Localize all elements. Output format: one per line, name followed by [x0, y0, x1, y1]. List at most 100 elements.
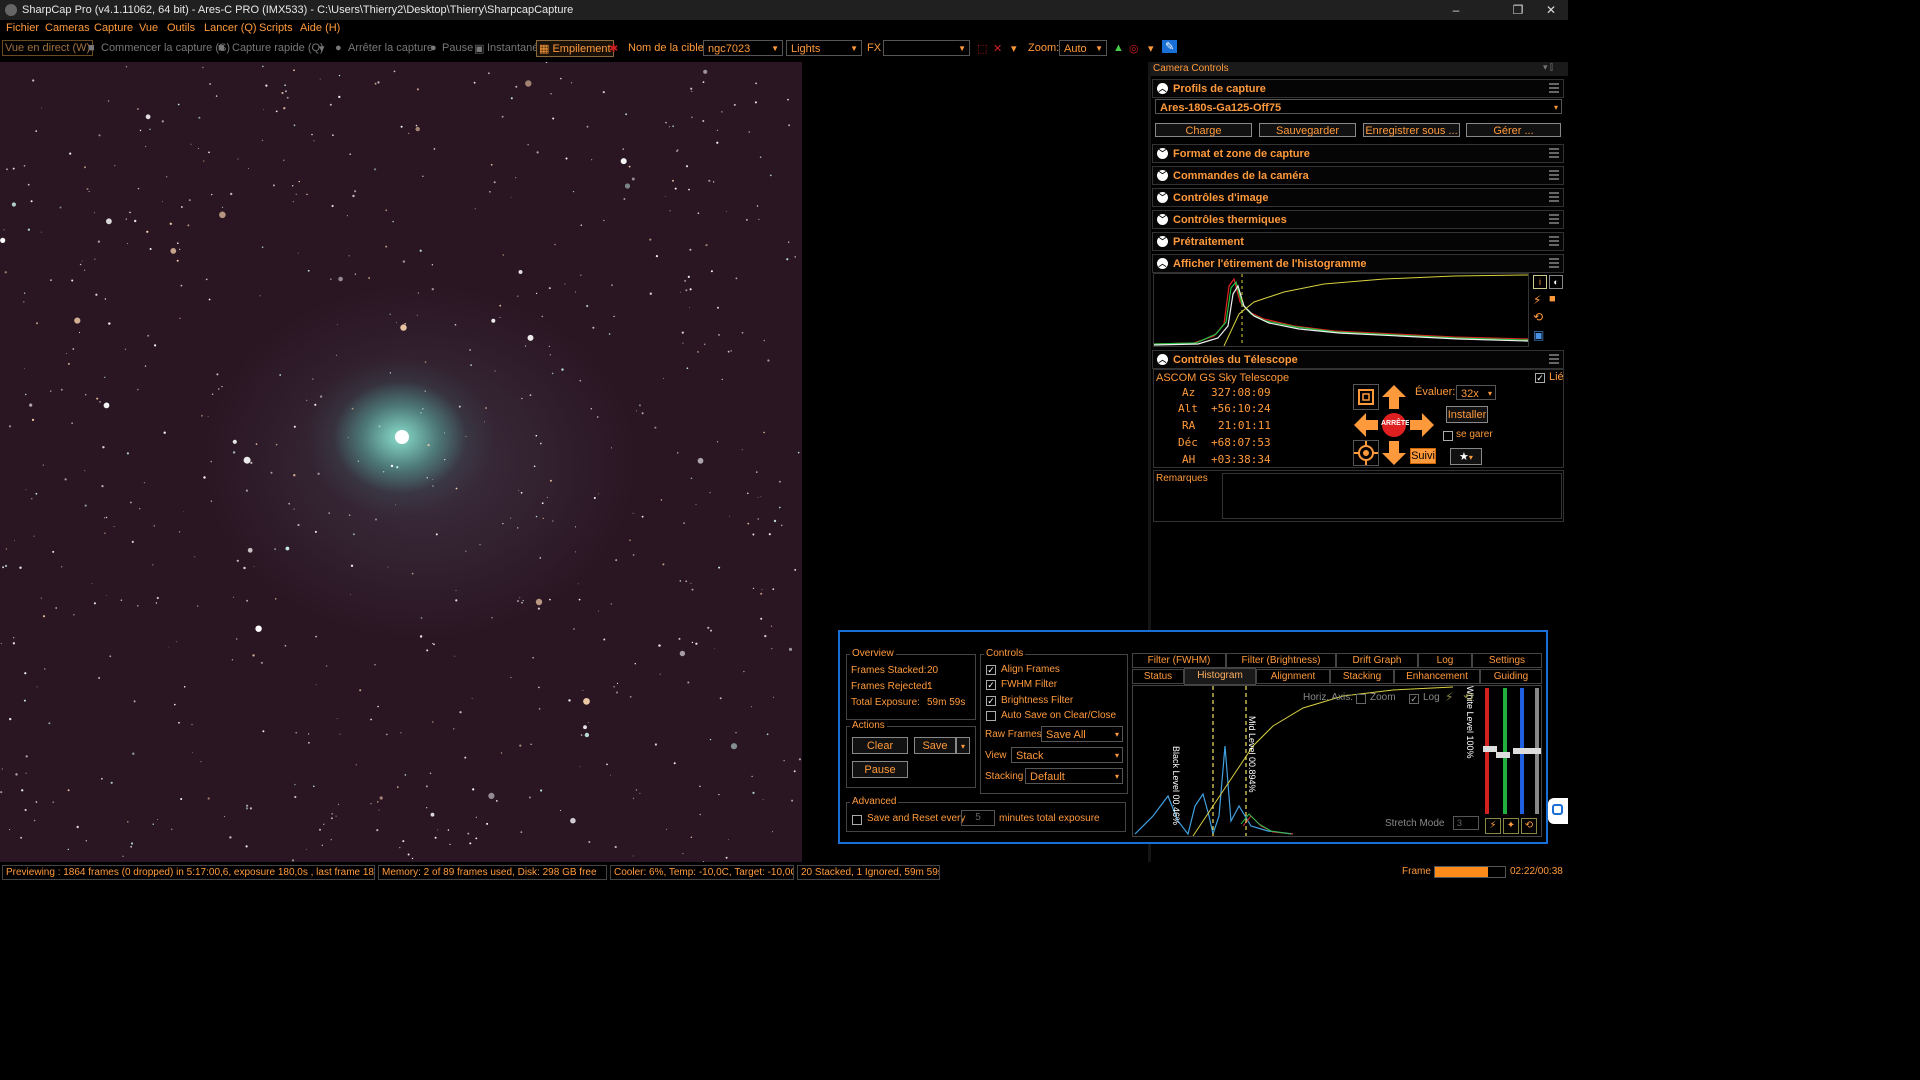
tab-log[interactable]: Log	[1418, 653, 1472, 668]
histogram-stretch-graph[interactable]	[1153, 273, 1529, 347]
camera-preview-image[interactable]	[0, 62, 802, 862]
expand-icon[interactable]: ﹀	[1157, 192, 1168, 203]
chevron-down-icon[interactable]: ▾	[319, 42, 325, 55]
section-profiles[interactable]: ︿ Profils de capture	[1152, 79, 1564, 98]
manage-profile-button[interactable]: Gérer ...	[1466, 123, 1561, 137]
info-icon[interactable]: i	[1533, 275, 1547, 289]
green-channel-slider[interactable]	[1503, 688, 1507, 814]
menu-icon[interactable]	[1549, 83, 1559, 93]
menu-aide[interactable]: Aide (H)	[300, 22, 340, 34]
install-button[interactable]: Installer	[1446, 406, 1488, 423]
panel-pin-icon[interactable]: ▾ ⫿	[1543, 62, 1553, 73]
lightning-icon[interactable]: ⚡	[1533, 293, 1541, 307]
collapse-icon[interactable]: ︿	[1157, 354, 1168, 365]
save-reset-spinner[interactable]: 5	[961, 810, 995, 826]
target-name-combo[interactable]: ngc7023 ▼	[703, 40, 783, 56]
expand-icon[interactable]: ﹀	[1157, 236, 1168, 247]
reset-icon[interactable]: ⟲	[1521, 818, 1537, 834]
contrast-icon[interactable]: ◐	[1549, 275, 1563, 289]
stop-capture-button[interactable]: Arrêter la capture	[348, 42, 433, 54]
clear-button[interactable]: Clear	[852, 737, 908, 754]
pause-button[interactable]: Pause	[852, 761, 908, 778]
auto-save-checkbox[interactable]	[986, 711, 996, 721]
save-icon[interactable]: ▣	[1533, 328, 1544, 342]
favorites-button[interactable]: ★▾	[1450, 448, 1482, 465]
maximize-button[interactable]: ❐	[1502, 0, 1534, 20]
grid-icon[interactable]: ✕	[993, 42, 1002, 55]
section-histogram-stretch[interactable]: ︿ Afficher l'étirement de l'histogramme	[1152, 254, 1564, 273]
slider-handle[interactable]	[1513, 748, 1527, 754]
frame-type-combo[interactable]: Lights ▼	[786, 40, 862, 56]
chevron-down-icon[interactable]: ▾	[1011, 42, 1017, 55]
snapshot-button[interactable]: Instantané	[487, 42, 538, 54]
live-view-button[interactable]: Vue en direct (W)	[2, 40, 94, 56]
tab-filter-fwhm[interactable]: Filter (FWHM)	[1132, 653, 1226, 668]
menu-cameras[interactable]: Cameras	[45, 22, 90, 34]
expand-icon[interactable]: ﹀	[1157, 148, 1168, 159]
focus-icon[interactable]: ◎	[1129, 42, 1139, 55]
fwhm-filter-checkbox[interactable]: ✓	[986, 680, 996, 690]
save-options-button[interactable]: ▾	[956, 737, 970, 754]
save-reset-checkbox[interactable]	[852, 815, 862, 825]
tracking-button[interactable]: Suivi	[1410, 448, 1436, 464]
start-capture-button[interactable]: Commencer la capture (S)	[101, 42, 230, 54]
chevron-down-icon[interactable]: ▾	[1148, 42, 1154, 55]
stack-histogram[interactable]: Black Level 00.46% Mid Level 00.894% Whi…	[1132, 685, 1542, 837]
tab-settings[interactable]: Settings	[1472, 653, 1542, 668]
lightning-icon[interactable]: ⚡	[1485, 818, 1501, 834]
view-combo[interactable]: Stack ▾	[1011, 747, 1123, 763]
section-format[interactable]: ﹀ Format et zone de capture	[1152, 144, 1564, 163]
menu-icon[interactable]	[1549, 170, 1559, 180]
center-button[interactable]	[1353, 440, 1379, 466]
park-checkbox[interactable]	[1443, 431, 1453, 441]
rate-combo[interactable]: 32x ▾	[1456, 385, 1496, 400]
save-as-profile-button[interactable]: Enregistrer sous ...	[1363, 123, 1460, 137]
expand-icon[interactable]: ﹀	[1157, 214, 1168, 225]
reset-icon[interactable]: ⟲	[1463, 690, 1473, 704]
lock-icon[interactable]: ■	[1549, 293, 1556, 305]
tab-filter-brightness[interactable]: Filter (Brightness)	[1226, 653, 1336, 668]
feedback-tab[interactable]	[1548, 798, 1568, 824]
menu-icon[interactable]	[1549, 354, 1559, 364]
menu-icon[interactable]	[1549, 148, 1559, 158]
notes-textarea[interactable]	[1222, 473, 1562, 519]
menu-lancer[interactable]: Lancer (Q)	[204, 22, 257, 34]
zoom-combo[interactable]: Auto ▼	[1059, 40, 1107, 56]
feather-icon[interactable]: ✎	[1162, 40, 1178, 53]
menu-fichier[interactable]: Fichier	[6, 22, 39, 34]
section-preprocessing[interactable]: ﹀ Prétraitement	[1152, 232, 1564, 251]
stacking-combo[interactable]: Default ▾	[1025, 768, 1123, 784]
raw-frames-combo[interactable]: Save All ▾	[1041, 726, 1123, 742]
collapse-icon[interactable]: ︿	[1157, 258, 1168, 269]
south-button[interactable]	[1381, 440, 1407, 466]
menu-icon[interactable]	[1549, 214, 1559, 224]
section-thermal[interactable]: ﹀ Contrôles thermiques	[1152, 210, 1564, 229]
tab-drift-graph[interactable]: Drift Graph	[1336, 653, 1418, 668]
fx-combo[interactable]: ▼	[883, 40, 970, 56]
north-button[interactable]	[1381, 384, 1407, 410]
log-checkbox[interactable]: ✓	[1409, 694, 1419, 704]
collapse-icon[interactable]: ︿	[1157, 83, 1168, 94]
tab-stacking[interactable]: Stacking	[1330, 669, 1394, 684]
goto-button[interactable]	[1353, 384, 1379, 410]
stretch-mode-spinner[interactable]: 3	[1453, 816, 1479, 830]
pause-button[interactable]: Pause	[442, 42, 473, 54]
profile-combo[interactable]: Ares-180s-Ga125-Off75 ▾	[1155, 99, 1562, 114]
menu-icon[interactable]	[1549, 236, 1559, 246]
linked-checkbox[interactable]: ✓	[1535, 373, 1545, 383]
section-camera-commands[interactable]: ﹀ Commandes de la caméra	[1152, 166, 1564, 185]
sparkle-icon[interactable]: ✦	[1503, 818, 1519, 834]
tab-status[interactable]: Status	[1132, 669, 1184, 684]
expand-icon[interactable]: ﹀	[1157, 170, 1168, 181]
menu-icon[interactable]	[1549, 258, 1559, 268]
slider-handle[interactable]	[1496, 752, 1510, 758]
slider-handle[interactable]	[1483, 746, 1497, 752]
quick-capture-button[interactable]: Capture rapide (Q)	[232, 42, 324, 54]
brightness-filter-checkbox[interactable]: ✓	[986, 696, 996, 706]
slider-handle[interactable]	[1527, 748, 1541, 754]
west-button[interactable]	[1353, 412, 1379, 438]
section-image-controls[interactable]: ﹀ Contrôles d'image	[1152, 188, 1564, 207]
tab-histogram[interactable]: Histogram	[1184, 668, 1256, 685]
tab-guiding[interactable]: Guiding	[1480, 669, 1542, 684]
align-frames-checkbox[interactable]: ✓	[986, 665, 996, 675]
